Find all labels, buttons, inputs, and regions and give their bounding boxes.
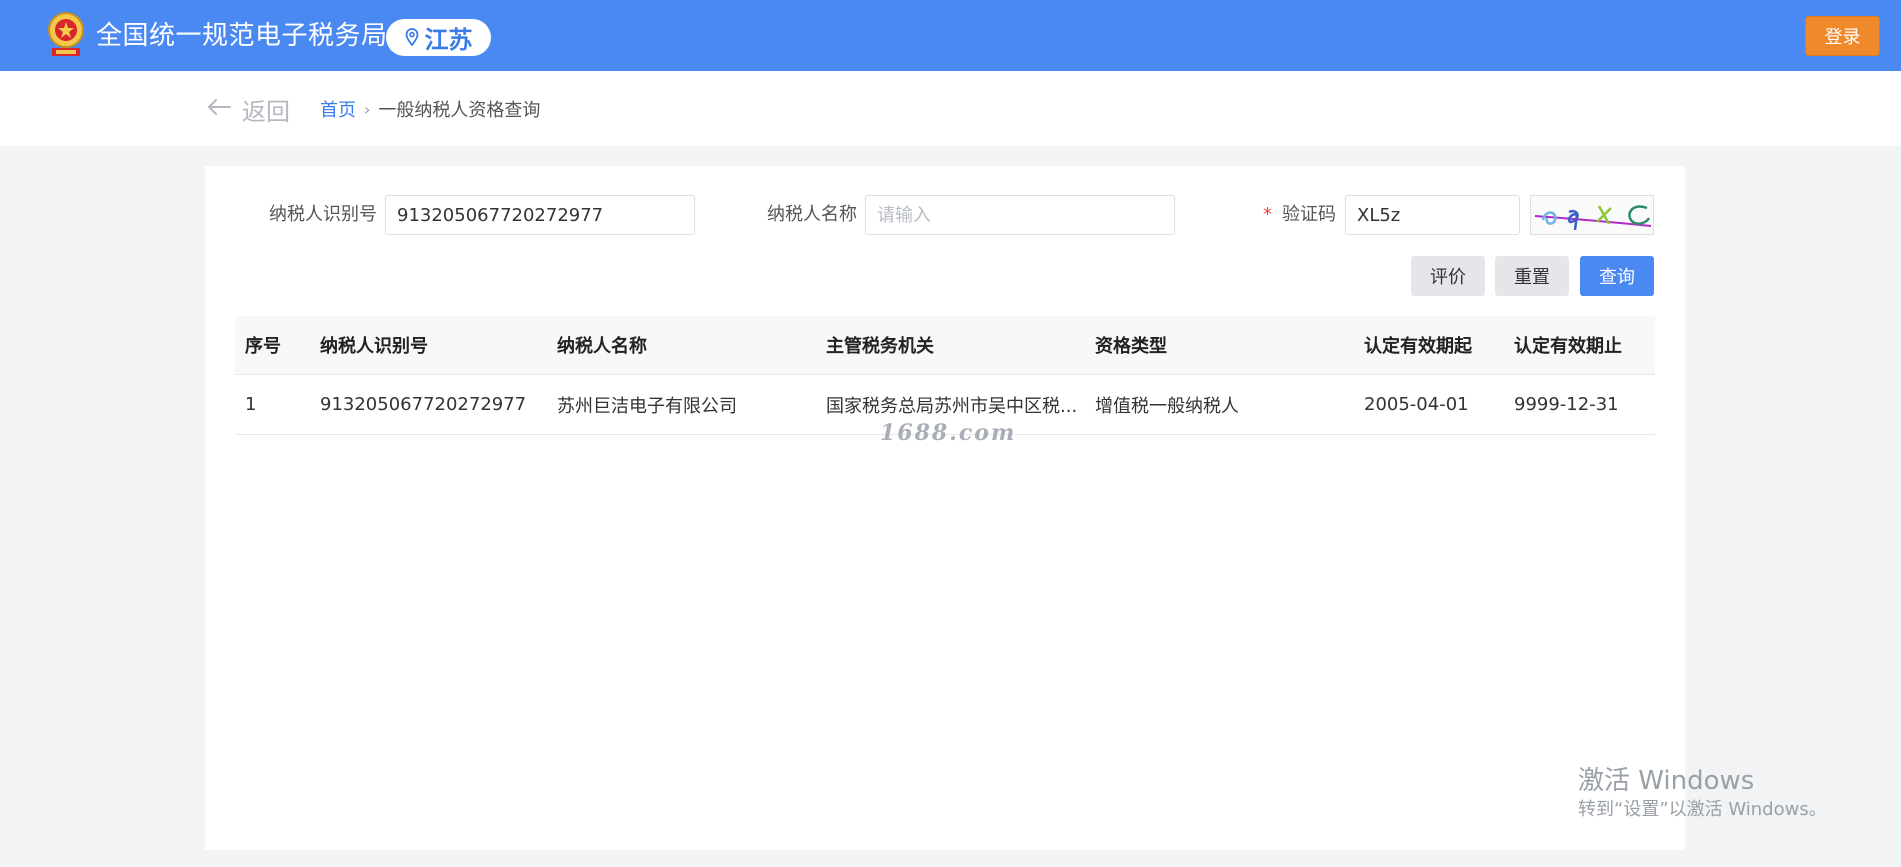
col-header-valid-to: 认定有效期止 bbox=[1514, 336, 1622, 357]
col-header-taxpayer-name: 纳税人名称 bbox=[557, 336, 647, 357]
taxpayer-id-label: 纳税人识别号 bbox=[269, 204, 377, 225]
col-header-valid-from: 认定有效期起 bbox=[1364, 336, 1472, 357]
cell-valid-to: 9999-12-31 bbox=[1514, 394, 1619, 415]
cell-taxpayer-id: 913205067720272977 bbox=[320, 394, 527, 415]
back-button[interactable]: 返回 bbox=[206, 91, 290, 127]
query-button[interactable]: 查询 bbox=[1580, 256, 1654, 296]
query-panel: 纳税人识别号 纳税人名称 * 验证码 评价 重置 查询 序号 纳税人识别号 纳税人… bbox=[205, 166, 1685, 850]
result-table: 序号 纳税人识别号 纳税人名称 主管税务机关 资格类型 认定有效期起 认定有效期… bbox=[235, 316, 1655, 435]
cell-qualification-type: 增值税一般纳税人 bbox=[1095, 395, 1239, 417]
captcha-label-wrap: * 验证码 bbox=[1263, 195, 1336, 235]
col-header-index: 序号 bbox=[245, 336, 281, 357]
taxpayer-id-input[interactable] bbox=[385, 195, 695, 235]
cell-taxpayer-name: 苏州巨洁电子有限公司 bbox=[557, 395, 737, 417]
required-mark: * bbox=[1263, 204, 1272, 225]
location-pin-icon bbox=[405, 24, 419, 52]
cell-valid-from: 2005-04-01 bbox=[1364, 394, 1469, 415]
windows-activate-title: 激活 Windows bbox=[1578, 766, 1755, 796]
reset-button[interactable]: 重置 bbox=[1495, 256, 1569, 296]
windows-activate-hint: 转到“设置”以激活 Windows。 bbox=[1578, 799, 1827, 820]
breadcrumb: 首页 › 一般纳税人资格查询 bbox=[320, 95, 540, 123]
taxpayer-name-input[interactable] bbox=[865, 195, 1175, 235]
breadcrumb-current-page: 一般纳税人资格查询 bbox=[378, 100, 541, 121]
login-button[interactable]: 登录 bbox=[1805, 16, 1880, 56]
windows-activation-notice: 激活 Windows 转到“设置”以激活 Windows。 bbox=[1578, 765, 1827, 823]
table-header: 序号 纳税人识别号 纳税人名称 主管税务机关 资格类型 认定有效期起 认定有效期… bbox=[235, 316, 1655, 375]
breadcrumb-separator: › bbox=[364, 99, 371, 119]
breadcrumb-home-link[interactable]: 首页 bbox=[320, 96, 356, 122]
region-label: 江苏 bbox=[424, 26, 473, 54]
captcha-input[interactable] bbox=[1345, 195, 1520, 235]
col-header-qualification-type: 资格类型 bbox=[1095, 336, 1167, 357]
taxpayer-name-label: 纳税人名称 bbox=[767, 204, 857, 225]
breadcrumb-bar: 返回 首页 › 一般纳税人资格查询 bbox=[0, 71, 1901, 146]
col-header-tax-authority: 主管税务机关 bbox=[826, 336, 934, 357]
site-title: 全国统一规范电子税务局 bbox=[96, 21, 388, 51]
tax-emblem-logo bbox=[44, 10, 88, 60]
captcha-label: 验证码 bbox=[1282, 204, 1336, 225]
arrow-left-icon bbox=[206, 95, 232, 123]
site-watermark: 1688.com bbox=[880, 420, 1017, 446]
region-selector[interactable]: 江苏 bbox=[386, 19, 491, 56]
col-header-taxpayer-id: 纳税人识别号 bbox=[320, 336, 428, 357]
evaluate-button[interactable]: 评价 bbox=[1411, 256, 1485, 296]
cell-index: 1 bbox=[245, 394, 257, 415]
back-label: 返回 bbox=[242, 97, 290, 126]
top-header: 全国统一规范电子税务局 江苏 登录 bbox=[0, 0, 1901, 71]
captcha-image[interactable] bbox=[1530, 195, 1654, 235]
